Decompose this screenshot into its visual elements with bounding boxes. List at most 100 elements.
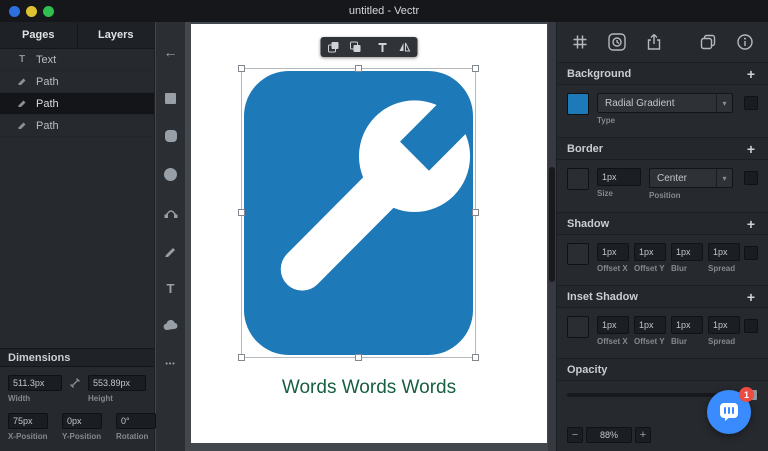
shadow-spread-field[interactable] bbox=[708, 243, 740, 261]
add-background-button[interactable]: + bbox=[744, 67, 758, 81]
shadow-visible-checkbox[interactable] bbox=[744, 246, 758, 260]
chevron-down-icon: ▾ bbox=[716, 169, 732, 187]
link-dimensions-icon[interactable] bbox=[68, 375, 82, 391]
resize-handle-top-left[interactable] bbox=[238, 65, 245, 72]
y-position-field[interactable] bbox=[62, 413, 102, 429]
shadow-offset-y-field[interactable] bbox=[634, 243, 666, 261]
border-position-dropdown[interactable]: Center ▾ bbox=[649, 168, 733, 188]
width-field[interactable] bbox=[8, 375, 62, 391]
resize-handle-bottom-left[interactable] bbox=[238, 354, 245, 361]
border-title: Border bbox=[567, 143, 603, 155]
image-upload-tool[interactable] bbox=[161, 316, 181, 336]
selected-object[interactable] bbox=[241, 68, 476, 358]
chat-widget-button[interactable]: 1 bbox=[707, 390, 751, 434]
rounded-rectangle-tool[interactable] bbox=[161, 126, 181, 146]
border-section: Size Center ▾ Position bbox=[557, 160, 768, 212]
layer-item-path[interactable]: Path bbox=[0, 71, 154, 93]
inset-shadow-color-swatch[interactable] bbox=[567, 316, 589, 338]
window-minimize-button[interactable] bbox=[26, 6, 37, 17]
tab-pages[interactable]: Pages bbox=[0, 22, 78, 48]
pencil-tool[interactable] bbox=[161, 240, 181, 260]
add-border-button[interactable]: + bbox=[744, 142, 758, 156]
panel-tabs: Pages Layers bbox=[0, 22, 154, 49]
inset-shadow-blur-label: Blur bbox=[671, 337, 703, 346]
history-icon[interactable] bbox=[606, 31, 628, 53]
window-zoom-button[interactable] bbox=[43, 6, 54, 17]
shadow-section: Offset X Offset Y Blur Spread bbox=[557, 235, 768, 285]
send-to-back-button[interactable] bbox=[346, 39, 366, 55]
pencil-icon bbox=[164, 244, 177, 257]
layer-label: Path bbox=[36, 76, 59, 88]
path-layer-icon bbox=[16, 119, 28, 132]
inset-shadow-offset-x-field[interactable] bbox=[597, 316, 629, 334]
rotation-field[interactable] bbox=[116, 413, 156, 429]
inset-shadow-title: Inset Shadow bbox=[567, 291, 638, 303]
selection-toolbar bbox=[321, 37, 418, 57]
left-panel: Pages Layers T Text Path Path bbox=[0, 22, 155, 451]
resize-handle-top-right[interactable] bbox=[472, 65, 479, 72]
zoom-out-button[interactable]: − bbox=[567, 427, 583, 443]
export-icon[interactable] bbox=[643, 31, 665, 53]
y-position-label: Y-Position bbox=[62, 432, 102, 441]
zoom-level-value[interactable]: 88% bbox=[586, 427, 632, 443]
canvas-text-object[interactable]: Words Words Words bbox=[191, 377, 547, 399]
resize-handle-middle-left[interactable] bbox=[238, 209, 245, 216]
rectangle-tool[interactable] bbox=[161, 88, 181, 108]
background-visible-checkbox[interactable] bbox=[744, 96, 758, 110]
pages-icon[interactable] bbox=[697, 31, 719, 53]
info-icon[interactable] bbox=[734, 31, 756, 53]
chevron-down-icon: ▾ bbox=[716, 94, 732, 112]
flip-horizontal-button[interactable] bbox=[373, 39, 393, 55]
zoom-in-button[interactable]: + bbox=[635, 427, 651, 443]
background-type-dropdown[interactable]: Radial Gradient ▾ bbox=[597, 93, 733, 113]
inset-shadow-blur-field[interactable] bbox=[671, 316, 703, 334]
height-label: Height bbox=[88, 394, 146, 403]
text-tool-icon: T bbox=[167, 281, 175, 296]
add-shadow-button[interactable]: + bbox=[744, 217, 758, 231]
text-tool[interactable]: T bbox=[161, 278, 181, 298]
grid-icon[interactable] bbox=[569, 31, 591, 53]
tab-layers[interactable]: Layers bbox=[78, 22, 155, 48]
window-close-button[interactable] bbox=[9, 6, 20, 17]
shadow-color-swatch[interactable] bbox=[567, 243, 589, 265]
ellipse-tool[interactable] bbox=[161, 164, 181, 184]
resize-handle-middle-right[interactable] bbox=[472, 209, 479, 216]
more-tools-button[interactable]: ••• bbox=[161, 354, 181, 374]
border-visible-checkbox[interactable] bbox=[744, 171, 758, 185]
inset-shadow-offset-y-field[interactable] bbox=[634, 316, 666, 334]
rounded-rectangle-icon bbox=[165, 130, 177, 142]
resize-handle-bottom-middle[interactable] bbox=[355, 354, 362, 361]
layer-item-text[interactable]: T Text bbox=[0, 49, 154, 71]
layer-item-path[interactable]: Path bbox=[0, 115, 154, 137]
chat-unread-badge: 1 bbox=[739, 387, 754, 402]
right-panel: Background + Radial Gradient ▾ Type Bord… bbox=[556, 22, 768, 451]
flip-vertical-button[interactable] bbox=[395, 39, 415, 55]
shadow-blur-field[interactable] bbox=[671, 243, 703, 261]
bring-to-front-button[interactable] bbox=[324, 39, 344, 55]
layer-label: Path bbox=[36, 120, 59, 132]
wrench-icon-graphic[interactable] bbox=[244, 71, 473, 355]
layer-item-path-selected[interactable]: Path bbox=[0, 93, 154, 115]
resize-handle-bottom-right[interactable] bbox=[472, 354, 479, 361]
inset-shadow-spread-field[interactable] bbox=[708, 316, 740, 334]
back-button[interactable]: ← bbox=[161, 42, 181, 62]
pen-tool[interactable] bbox=[161, 202, 181, 222]
inset-shadow-visible-checkbox[interactable] bbox=[744, 319, 758, 333]
background-title: Background bbox=[567, 68, 631, 80]
border-size-field[interactable] bbox=[597, 168, 641, 186]
shadow-offset-x-field[interactable] bbox=[597, 243, 629, 261]
rectangle-icon bbox=[165, 93, 176, 104]
background-type-value: Radial Gradient bbox=[605, 98, 674, 109]
height-field[interactable] bbox=[88, 375, 146, 391]
scrollbar-thumb[interactable] bbox=[549, 167, 555, 282]
text-layer-icon: T bbox=[16, 54, 28, 65]
dimensions-title: Dimensions bbox=[0, 348, 154, 367]
border-color-swatch[interactable] bbox=[567, 168, 589, 190]
background-color-swatch[interactable] bbox=[567, 93, 589, 115]
canvas-area: Words Words Words bbox=[185, 22, 556, 451]
artboard[interactable]: Words Words Words bbox=[191, 24, 547, 443]
x-position-field[interactable] bbox=[8, 413, 48, 429]
background-section-header: Background + bbox=[557, 62, 768, 85]
resize-handle-top-middle[interactable] bbox=[355, 65, 362, 72]
add-inset-shadow-button[interactable]: + bbox=[744, 290, 758, 304]
